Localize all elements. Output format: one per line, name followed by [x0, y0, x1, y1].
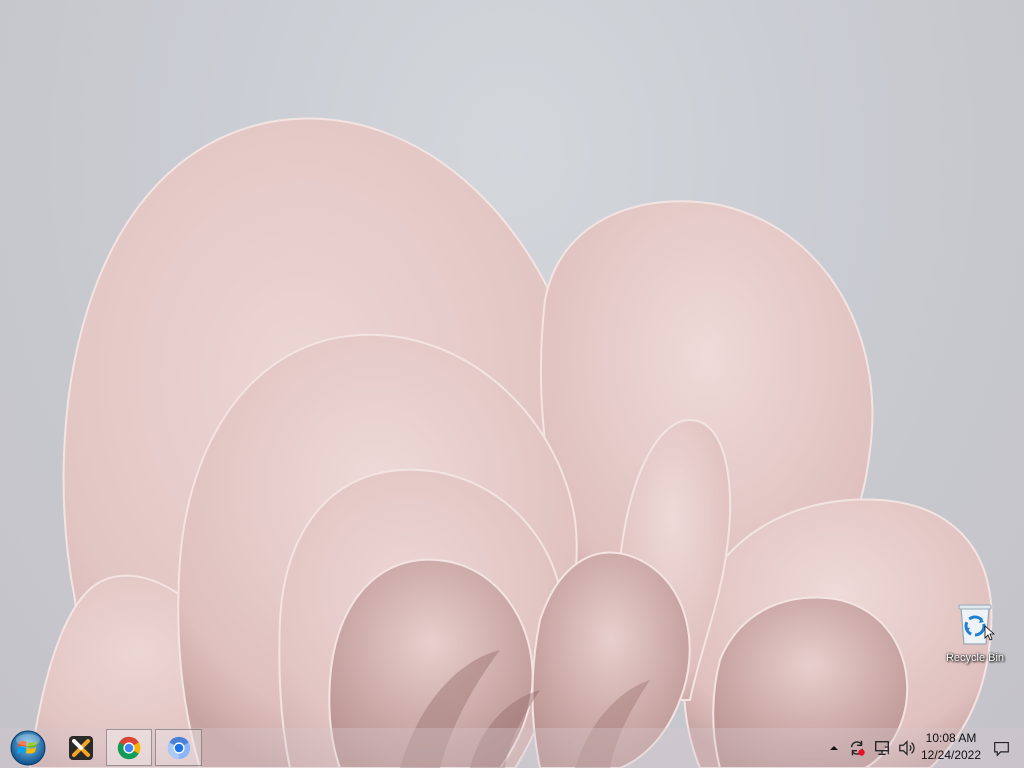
chrome-icon — [117, 736, 141, 759]
notification-icon — [993, 741, 1009, 757]
volume-icon — [899, 740, 915, 756]
windows-orb-icon — [10, 730, 46, 766]
taskbar: 10:08 AM 12/24/2022 — [0, 728, 1024, 768]
taskbar-pin-chromium[interactable] — [155, 729, 202, 766]
sync-icon — [850, 740, 865, 756]
taskbar-pin-chrome[interactable] — [106, 729, 152, 766]
tray-volume[interactable] — [896, 728, 918, 768]
tray-overflow-button[interactable] — [826, 728, 842, 768]
desktop-icon-recycle-bin[interactable]: Recycle Bin — [938, 598, 1012, 670]
chevron-up-icon — [830, 746, 838, 750]
desktop[interactable]: Recycle Bin 10:08 AM 12/24/2022 — [0, 0, 1024, 768]
network-icon — [875, 741, 889, 755]
taskbar-pin-x-app[interactable] — [58, 728, 104, 768]
chromium-icon — [167, 736, 190, 759]
clock-time: 10:08 AM — [925, 731, 977, 745]
recycle-bin-label: Recycle Bin — [945, 652, 1005, 664]
start-button[interactable] — [4, 728, 52, 768]
tray-network[interactable] — [871, 728, 893, 768]
action-center-button[interactable] — [988, 728, 1014, 768]
x-app-icon — [69, 736, 93, 760]
clock-date: 12/24/2022 — [920, 748, 982, 762]
taskbar-clock[interactable]: 10:08 AM 12/24/2022 — [918, 730, 984, 766]
wallpaper-bloom — [28, 117, 993, 768]
tray-sync[interactable] — [846, 728, 868, 768]
recycle-bin-icon — [958, 604, 995, 645]
